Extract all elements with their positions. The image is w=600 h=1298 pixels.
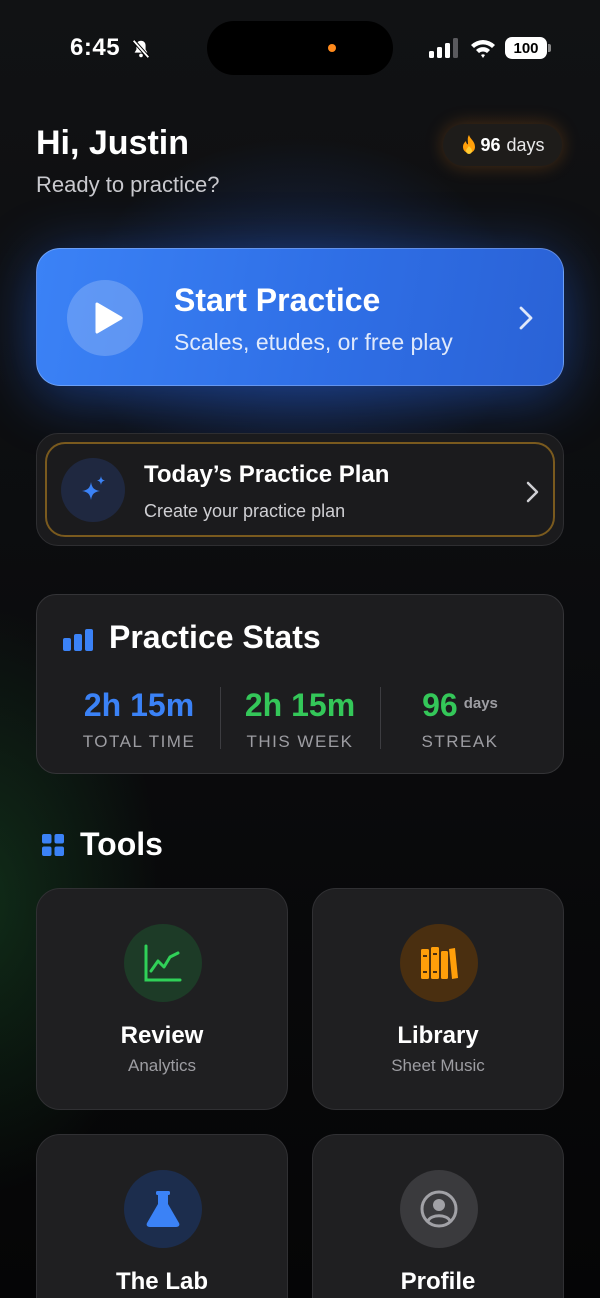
- streak-count: 96: [480, 134, 501, 155]
- practice-plan-card[interactable]: Today’s Practice Plan Create your practi…: [36, 433, 564, 546]
- dynamic-island: [207, 21, 393, 75]
- tool-lab-card[interactable]: The Lab: [36, 1134, 288, 1298]
- tool-profile-card[interactable]: Profile: [312, 1134, 564, 1298]
- person-circle-icon: [420, 1190, 458, 1228]
- stat-label: THIS WEEK: [246, 732, 354, 751]
- sparkles-icon-circle: [61, 458, 125, 522]
- battery-level: 100: [513, 39, 539, 57]
- tool-icon-circle: [124, 924, 202, 1002]
- tool-review-card[interactable]: Review Analytics: [36, 888, 288, 1110]
- chart-line-icon: [144, 944, 182, 982]
- stat-divider: [380, 687, 381, 749]
- tool-library-card[interactable]: Library Sheet Music: [312, 888, 564, 1110]
- play-icon: [95, 302, 123, 334]
- tool-icon-circle: [400, 1170, 478, 1248]
- tool-title: Review: [120, 1022, 204, 1049]
- battery-tip: [548, 44, 551, 52]
- start-practice-subtitle: Scales, etudes, or free play: [174, 329, 453, 355]
- stat-value: 2h 15m: [244, 687, 356, 723]
- chevron-right-icon: [519, 306, 533, 330]
- practice-stats-title: Practice Stats: [109, 619, 321, 655]
- books-icon: [421, 947, 458, 979]
- stat-value: 2h 15m: [83, 687, 195, 723]
- wifi-icon: [471, 40, 495, 58]
- stat-this-week: 2h 15m THIS WEEK: [226, 687, 374, 752]
- tool-title: The Lab: [115, 1268, 208, 1295]
- privacy-indicator-dot: [328, 44, 336, 52]
- tool-icon-circle: [400, 924, 478, 1002]
- greeting-subtitle: Ready to practice?: [36, 172, 220, 197]
- practice-plan-title: Today’s Practice Plan: [144, 461, 390, 488]
- greeting-title: Hi, Justin: [36, 124, 190, 162]
- bar-chart-icon: [63, 629, 93, 651]
- cellular-signal-icon: [429, 38, 458, 58]
- status-time: 6:45: [70, 34, 121, 61]
- chevron-right-icon: [526, 481, 539, 503]
- practice-plan-subtitle: Create your practice plan: [144, 501, 346, 521]
- tools-title: Tools: [80, 826, 163, 862]
- stat-label: STREAK: [421, 732, 499, 751]
- streak-unit: days: [506, 134, 545, 155]
- streak-badge[interactable]: 96 days: [443, 124, 562, 166]
- flask-icon: [146, 1191, 180, 1227]
- grid-icon: [42, 834, 64, 856]
- start-practice-title: Start Practice: [174, 282, 381, 318]
- sparkles-icon: [82, 476, 105, 500]
- stat-streak: 96 days STREAK: [386, 687, 534, 752]
- battery-indicator: 100: [505, 37, 547, 59]
- stat-label: TOTAL TIME: [82, 732, 196, 751]
- flame-icon: [463, 135, 476, 154]
- tool-title: Profile: [400, 1268, 476, 1295]
- stat-value: 96: [422, 687, 458, 723]
- stat-unit: days: [463, 695, 498, 712]
- bell-slash-icon: [132, 39, 150, 59]
- practice-stats-card: Practice Stats 2h 15m TOTAL TIME 2h 15m …: [36, 594, 564, 774]
- stat-total-time: 2h 15m TOTAL TIME: [65, 687, 213, 752]
- tool-title: Library: [397, 1022, 479, 1049]
- tool-subtitle: Sheet Music: [391, 1056, 485, 1075]
- tool-icon-circle: [124, 1170, 202, 1248]
- tool-subtitle: Analytics: [127, 1056, 197, 1075]
- stat-divider: [220, 687, 221, 749]
- play-button-circle: [67, 280, 143, 356]
- start-practice-button[interactable]: Start Practice Scales, etudes, or free p…: [36, 248, 564, 386]
